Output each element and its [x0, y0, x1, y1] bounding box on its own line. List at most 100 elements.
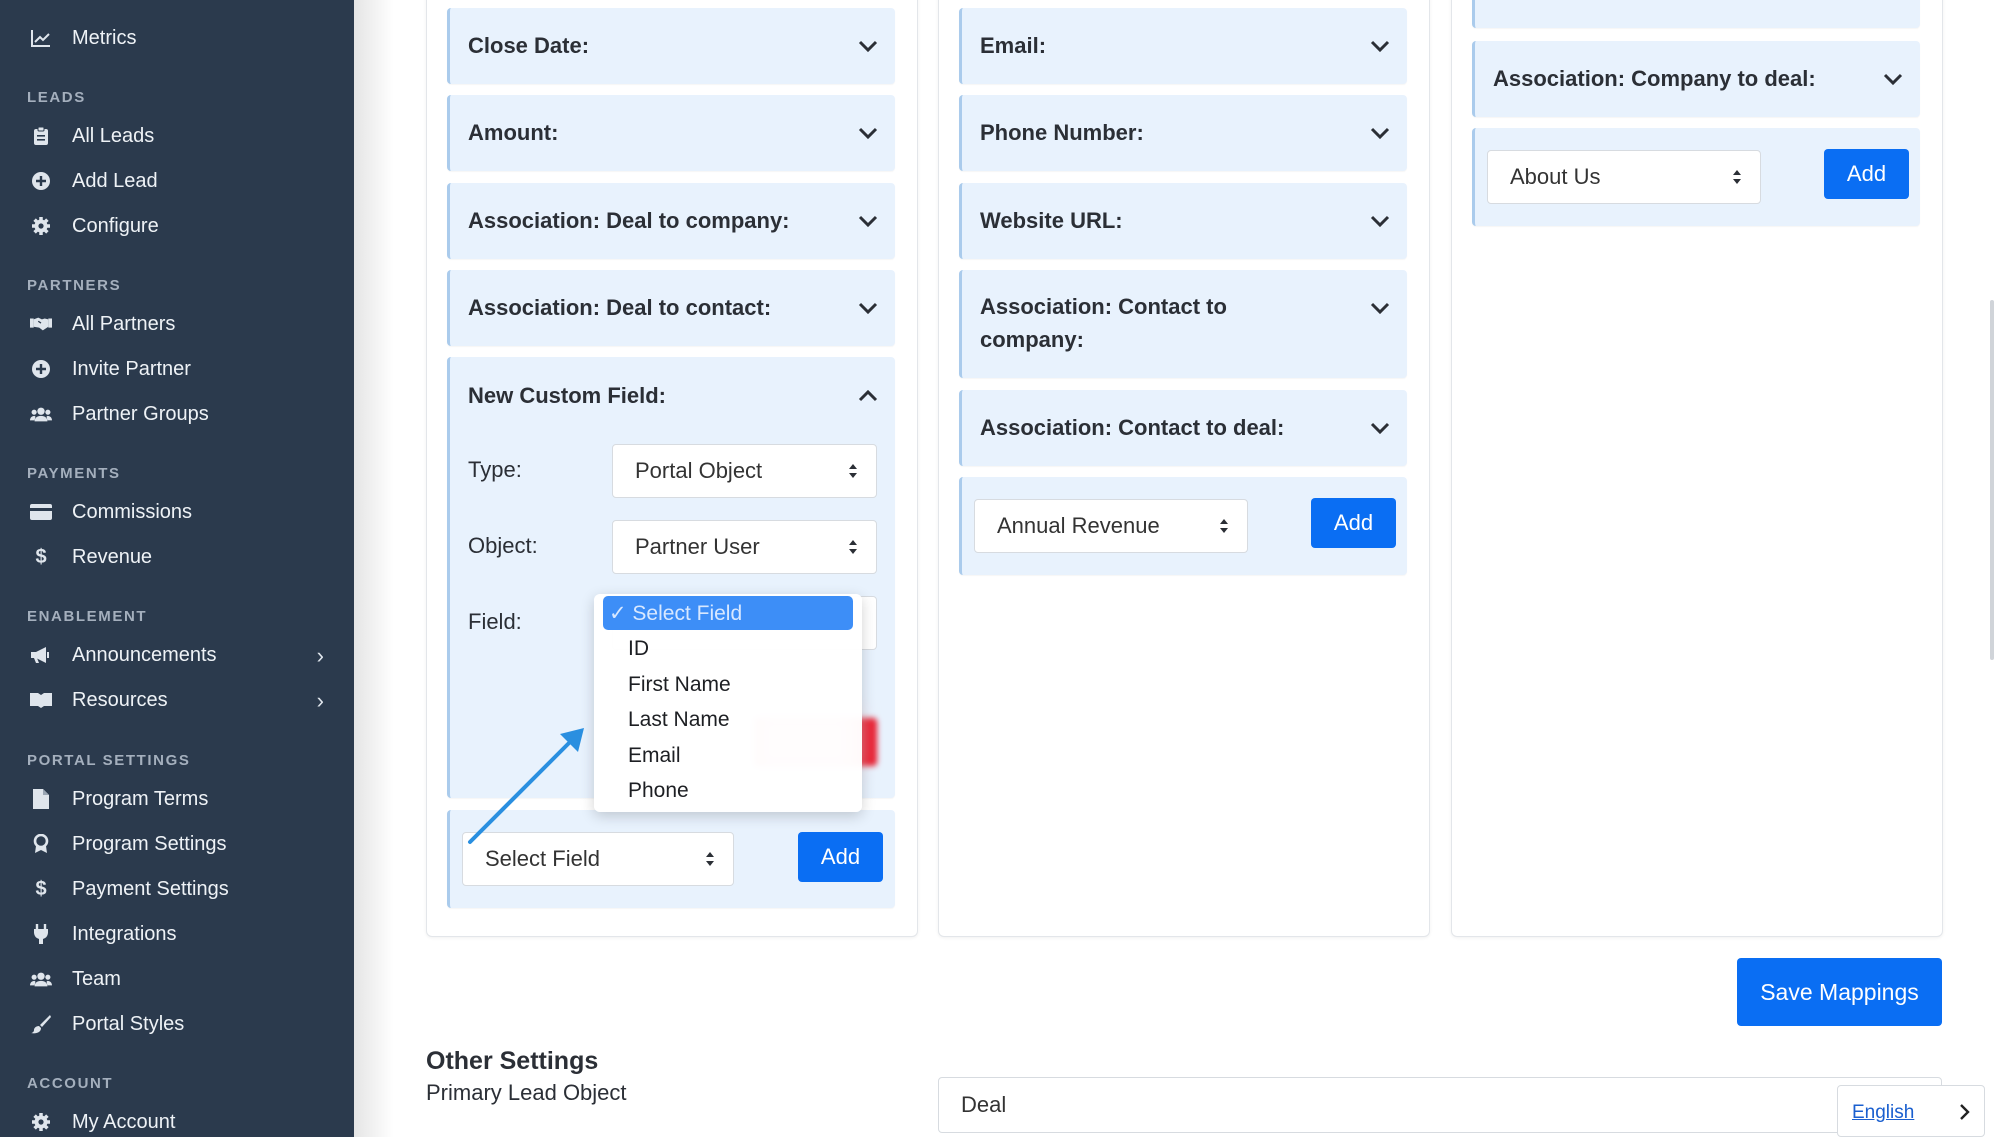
annotation-arrow-icon: [468, 728, 584, 844]
dropdown-option[interactable]: Email: [628, 744, 681, 768]
sidebar-item-announcements[interactable]: Announcements ›: [0, 635, 354, 675]
section-leads: LEADS: [27, 89, 86, 106]
chevron-down-icon: [858, 215, 878, 228]
select-value: Deal: [961, 1092, 1007, 1117]
add-field-select[interactable]: Annual Revenue: [974, 499, 1248, 553]
sidebar-item-label: Announcements: [72, 643, 217, 666]
accordion-email[interactable]: Email:: [959, 8, 1407, 84]
accordion-label: Email:: [980, 33, 1047, 58]
accordion-label: Amount:: [468, 120, 559, 145]
accordion-label: New Custom Field:: [468, 383, 667, 408]
accordion-website[interactable]: Website URL:: [959, 183, 1407, 259]
users-icon: [30, 403, 52, 425]
chevron-right-icon: ›: [316, 688, 324, 713]
book-open-icon: [30, 689, 52, 711]
sidebar-item-label: Team: [72, 967, 121, 990]
add-button[interactable]: Add: [798, 832, 883, 882]
language-switcher[interactable]: English: [1837, 1085, 1985, 1137]
sidebar-item-label: Revenue: [72, 545, 153, 568]
sidebar-item-commissions[interactable]: Commissions: [0, 492, 354, 532]
plus-circle-icon: [30, 170, 52, 192]
sidebar-item-add-lead[interactable]: Add Lead: [0, 161, 354, 201]
sort-arrows-icon: [1220, 519, 1228, 533]
plus-circle-icon: [30, 358, 52, 380]
sidebar-item-portal-styles[interactable]: Portal Styles: [0, 1004, 354, 1044]
add-button[interactable]: Add: [1311, 498, 1396, 548]
chevron-down-icon: [1370, 40, 1390, 53]
chevron-down-icon: [858, 302, 878, 315]
chevron-down-icon: [1370, 127, 1390, 140]
accordion-assoc-contact-company[interactable]: Association: Contact to company:: [959, 270, 1407, 378]
sidebar-item-label: Payment Settings: [72, 877, 229, 900]
sidebar-item-invite-partner[interactable]: Invite Partner: [0, 349, 354, 389]
sidebar-item-label: All Partners: [72, 312, 176, 335]
add-field-select[interactable]: About Us: [1487, 150, 1761, 204]
accordion-partial[interactable]: [1472, 0, 1920, 28]
select-value: Portal Object: [635, 458, 763, 483]
sidebar-item-partner-groups[interactable]: Partner Groups: [0, 394, 354, 434]
type-label: Type:: [468, 457, 522, 482]
dropdown-option[interactable]: Last Name: [628, 708, 730, 732]
dollar-icon: $: [35, 877, 47, 900]
language-link[interactable]: English: [1852, 1102, 1914, 1124]
field-label: Field:: [468, 609, 522, 634]
chevron-down-icon: [1370, 215, 1390, 228]
gear-icon: [30, 1111, 52, 1133]
scrollbar-thumb[interactable]: [1990, 300, 1994, 660]
sidebar-item-label: Add Lead: [72, 169, 158, 192]
sidebar-item-integrations[interactable]: Integrations: [0, 914, 354, 954]
sidebar-item-payment-settings[interactable]: $ Payment Settings: [0, 869, 354, 909]
section-enablement: ENABLEMENT: [27, 608, 148, 625]
chevron-down-icon: [1370, 302, 1390, 315]
award-icon: [30, 833, 52, 855]
sort-arrows-icon: [849, 540, 857, 554]
dropdown-option-selected[interactable]: ✓ Select Field: [603, 596, 853, 630]
save-mappings-button[interactable]: Save Mappings: [1737, 958, 1942, 1026]
chevron-up-icon[interactable]: [855, 383, 881, 409]
select-value: About Us: [1510, 164, 1601, 189]
add-button[interactable]: Add: [1824, 149, 1909, 199]
sidebar-item-configure[interactable]: Configure: [0, 206, 354, 246]
accordion-phone[interactable]: Phone Number:: [959, 95, 1407, 171]
dropdown-option[interactable]: ID: [628, 637, 649, 661]
accordion-assoc-company-deal[interactable]: Association: Company to deal:: [1472, 41, 1920, 117]
users-icon: [30, 968, 52, 990]
sidebar-item-label: Integrations: [72, 922, 177, 945]
sidebar-item-resources[interactable]: Resources ›: [0, 680, 354, 720]
sidebar-item-revenue[interactable]: $ Revenue: [0, 537, 354, 577]
primary-lead-object-select[interactable]: Deal: [938, 1077, 1942, 1133]
sidebar-item-label: All Leads: [72, 124, 155, 147]
paint-brush-icon: [30, 1013, 52, 1035]
sidebar-item-label: Partner Groups: [72, 402, 209, 425]
object-label: Object:: [468, 533, 538, 558]
sidebar-item-metrics[interactable]: Metrics: [0, 18, 354, 58]
sidebar-item-label: Metrics: [72, 26, 137, 49]
accordion-label: Close Date:: [468, 33, 590, 58]
accordion-assoc-deal-contact[interactable]: Association: Deal to contact:: [447, 270, 895, 346]
accordion-amount[interactable]: Amount:: [447, 95, 895, 171]
accordion-close-date[interactable]: Close Date:: [447, 8, 895, 84]
sidebar-item-program-terms[interactable]: Program Terms: [0, 779, 354, 819]
sidebar-item-my-account[interactable]: My Account: [0, 1102, 354, 1137]
sidebar-item-label: Commissions: [72, 500, 193, 523]
object-select[interactable]: Partner User: [612, 520, 877, 574]
sidebar-item-label: Portal Styles: [72, 1012, 185, 1035]
sidebar: Metrics LEADS All Leads Add Lead Configu…: [0, 0, 354, 1137]
accordion-label-line2: company:: [980, 327, 1084, 352]
sidebar-item-all-partners[interactable]: All Partners: [0, 304, 354, 344]
sidebar-item-all-leads[interactable]: All Leads: [0, 116, 354, 156]
megaphone-icon: [30, 644, 52, 666]
select-value: Partner User: [635, 534, 760, 559]
sidebar-item-team[interactable]: Team: [0, 959, 354, 999]
dropdown-option[interactable]: Phone: [628, 779, 689, 803]
dropdown-option[interactable]: First Name: [628, 673, 731, 697]
section-account: ACCOUNT: [27, 1075, 114, 1092]
accordion-assoc-contact-deal[interactable]: Association: Contact to deal:: [959, 390, 1407, 466]
section-payments: PAYMENTS: [27, 465, 121, 482]
type-select[interactable]: Portal Object: [612, 444, 877, 498]
gear-icon: [30, 215, 52, 237]
accordion-label: Association: Deal to contact:: [468, 295, 772, 320]
sidebar-item-program-settings[interactable]: Program Settings: [0, 824, 354, 864]
chevron-right-icon: [1960, 1104, 1970, 1120]
accordion-assoc-deal-company[interactable]: Association: Deal to company:: [447, 183, 895, 259]
